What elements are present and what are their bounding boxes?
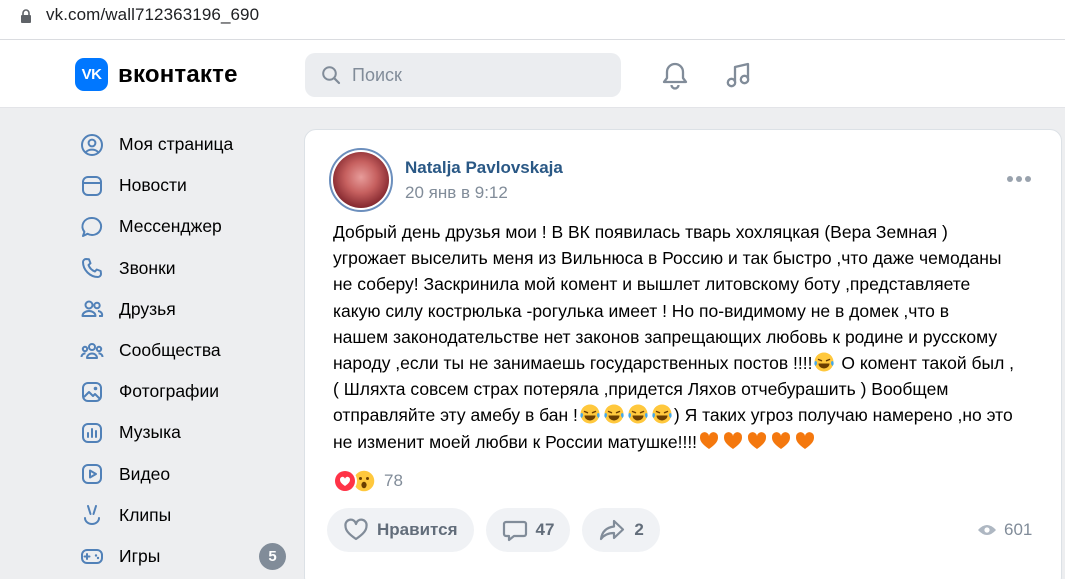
sidebar-item-messenger[interactable]: Мессенджер bbox=[78, 206, 293, 247]
sidebar-item-my-page[interactable]: Моя страница bbox=[78, 124, 293, 165]
sidebar-nav: Моя страница Новости Мессенджер Звонки Д… bbox=[78, 124, 293, 577]
post-text-line: угрожает выселить меня из Вильнюса в Рос… bbox=[333, 248, 1002, 269]
post-text: Добрый день друзья мои ! В ВК появилась … bbox=[333, 219, 1045, 455]
laughing-tears-emoji-icon bbox=[628, 404, 648, 424]
browser-address-bar[interactable]: vk.com/wall712363196_690 bbox=[0, 0, 1065, 40]
sidebar-item-label: Новости bbox=[119, 175, 187, 196]
vk-logo-badge: VK bbox=[75, 58, 108, 91]
vk-logo-text: вконтакте bbox=[118, 60, 238, 88]
post-text-line: Добрый день друзья мои ! В ВК появилась … bbox=[333, 222, 948, 242]
post-more-menu-icon[interactable] bbox=[1007, 176, 1031, 182]
phone-icon bbox=[79, 255, 105, 281]
orange-heart-emoji-icon bbox=[772, 431, 791, 449]
post-author-name[interactable]: Natalja Pavlovskaja bbox=[405, 158, 563, 178]
comment-icon bbox=[502, 520, 527, 542]
post-actions: Нравится 47 2 bbox=[327, 508, 660, 552]
laughing-tears-emoji-icon bbox=[814, 352, 835, 372]
sidebar-item-label: Фотографии bbox=[119, 381, 220, 402]
heart-reaction-icon bbox=[333, 469, 357, 493]
sidebar-item-label: Сообщества bbox=[119, 340, 221, 361]
user-circle-icon bbox=[79, 132, 105, 158]
like-button-label: Нравится bbox=[377, 520, 458, 539]
laughing-tears-emoji-icon bbox=[580, 404, 600, 424]
sidebar-item-label: Клипы bbox=[119, 504, 172, 525]
post-text-segment: отправляйте эту амебу в бан ! bbox=[333, 405, 578, 426]
sidebar-item-communities[interactable]: Сообщества bbox=[78, 330, 293, 371]
like-button[interactable]: Нравится bbox=[327, 508, 474, 552]
laughing-tears-emoji-icon bbox=[604, 404, 624, 424]
search-placeholder: Поиск bbox=[352, 64, 402, 85]
sidebar-item-photos[interactable]: Фотографии bbox=[78, 371, 293, 412]
post-text-line: нашем законодательстве нет законов запре… bbox=[333, 326, 998, 347]
sidebar-item-label: Звонки bbox=[119, 257, 176, 278]
post-text-segment: О комент такой был , bbox=[836, 353, 1015, 374]
music-list-icon bbox=[79, 420, 105, 446]
friends-icon bbox=[79, 296, 105, 322]
sidebar-item-label: Мессенджер bbox=[119, 216, 222, 237]
sidebar-item-news[interactable]: Новости bbox=[78, 165, 293, 206]
games-count-badge: 5 bbox=[259, 542, 286, 570]
site-header: VK вконтакте Поиск bbox=[0, 40, 1065, 108]
orange-heart-emoji-icon bbox=[748, 431, 767, 449]
views-count: 601 bbox=[1004, 520, 1033, 539]
orange-heart-emoji-icon bbox=[700, 431, 719, 449]
sidebar-item-label: Друзья bbox=[119, 298, 176, 319]
avatar-image bbox=[333, 152, 389, 208]
post-text-line: какую силу кострюлька -рогулька имеет ! … bbox=[333, 300, 950, 321]
comment-button[interactable]: 47 bbox=[485, 508, 571, 552]
comments-count: 47 bbox=[535, 520, 555, 539]
clips-icon bbox=[79, 502, 105, 528]
orange-heart-emoji-icon bbox=[796, 431, 815, 449]
sidebar-item-label: Игры bbox=[119, 545, 161, 566]
search-box[interactable]: Поиск bbox=[305, 53, 621, 97]
author-avatar[interactable] bbox=[329, 148, 393, 212]
post-text-segment: не изменит моей любви к России матушке!!… bbox=[333, 431, 698, 452]
browser-url[interactable]: vk.com/wall712363196_690 bbox=[46, 5, 259, 25]
communities-icon bbox=[79, 338, 105, 364]
share-icon bbox=[600, 519, 625, 541]
gamepad-icon bbox=[79, 543, 105, 569]
sidebar-item-label: Моя страница bbox=[119, 134, 234, 155]
news-icon bbox=[79, 173, 105, 199]
sidebar-item-music[interactable]: Музыка bbox=[78, 412, 293, 453]
sidebar-item-calls[interactable]: Звонки bbox=[78, 248, 293, 289]
laughing-tears-emoji-icon bbox=[652, 404, 672, 424]
post-text-line: не изменит моей любви к России матушке!!… bbox=[333, 429, 1045, 455]
reactions-summary[interactable]: 78 bbox=[333, 469, 403, 493]
sidebar-item-video[interactable]: Видео bbox=[78, 454, 293, 495]
bell-icon[interactable] bbox=[660, 60, 690, 90]
post-date[interactable]: 20 янв в 9:12 bbox=[405, 183, 508, 203]
reactions-count: 78 bbox=[384, 471, 403, 490]
lock-icon bbox=[21, 9, 31, 23]
post-text-line: отправляйте эту амебу в бан ! ) Я таких у… bbox=[333, 402, 1045, 428]
heart-outline-icon bbox=[344, 518, 368, 541]
shares-count: 2 bbox=[634, 520, 644, 539]
post-text-line: ( Шляхта совсем страх потеряла ,придется… bbox=[333, 379, 949, 400]
sidebar-item-clips[interactable]: Клипы bbox=[78, 495, 293, 536]
views-counter: 601 bbox=[977, 520, 1032, 540]
post-text-segment: народу ,если ты не занимаешь государстве… bbox=[333, 353, 813, 374]
music-icon[interactable] bbox=[724, 60, 754, 90]
post-text-line: народу ,если ты не занимаешь государстве… bbox=[333, 350, 1045, 376]
post-card: Natalja Pavlovskaja 20 янв в 9:12 Добрый… bbox=[304, 129, 1062, 579]
message-icon bbox=[79, 214, 105, 240]
sidebar-item-label: Музыка bbox=[119, 422, 181, 443]
share-button[interactable]: 2 bbox=[582, 508, 660, 552]
vk-logo[interactable]: VK вконтакте bbox=[75, 58, 238, 91]
orange-heart-emoji-icon bbox=[724, 431, 743, 449]
eye-icon bbox=[978, 525, 996, 535]
photo-icon bbox=[79, 379, 105, 405]
sidebar-item-friends[interactable]: Друзья bbox=[78, 289, 293, 330]
video-icon bbox=[79, 461, 105, 487]
sidebar-item-label: Видео bbox=[119, 463, 171, 484]
sidebar-item-games[interactable]: Игры 5 bbox=[78, 536, 293, 577]
post-text-segment: ) Я таких угроз получаю намерено ,но это bbox=[673, 405, 1013, 426]
post-text-line: не соберу! Заскринила мой комент и вышле… bbox=[333, 274, 971, 295]
search-icon bbox=[322, 66, 341, 85]
